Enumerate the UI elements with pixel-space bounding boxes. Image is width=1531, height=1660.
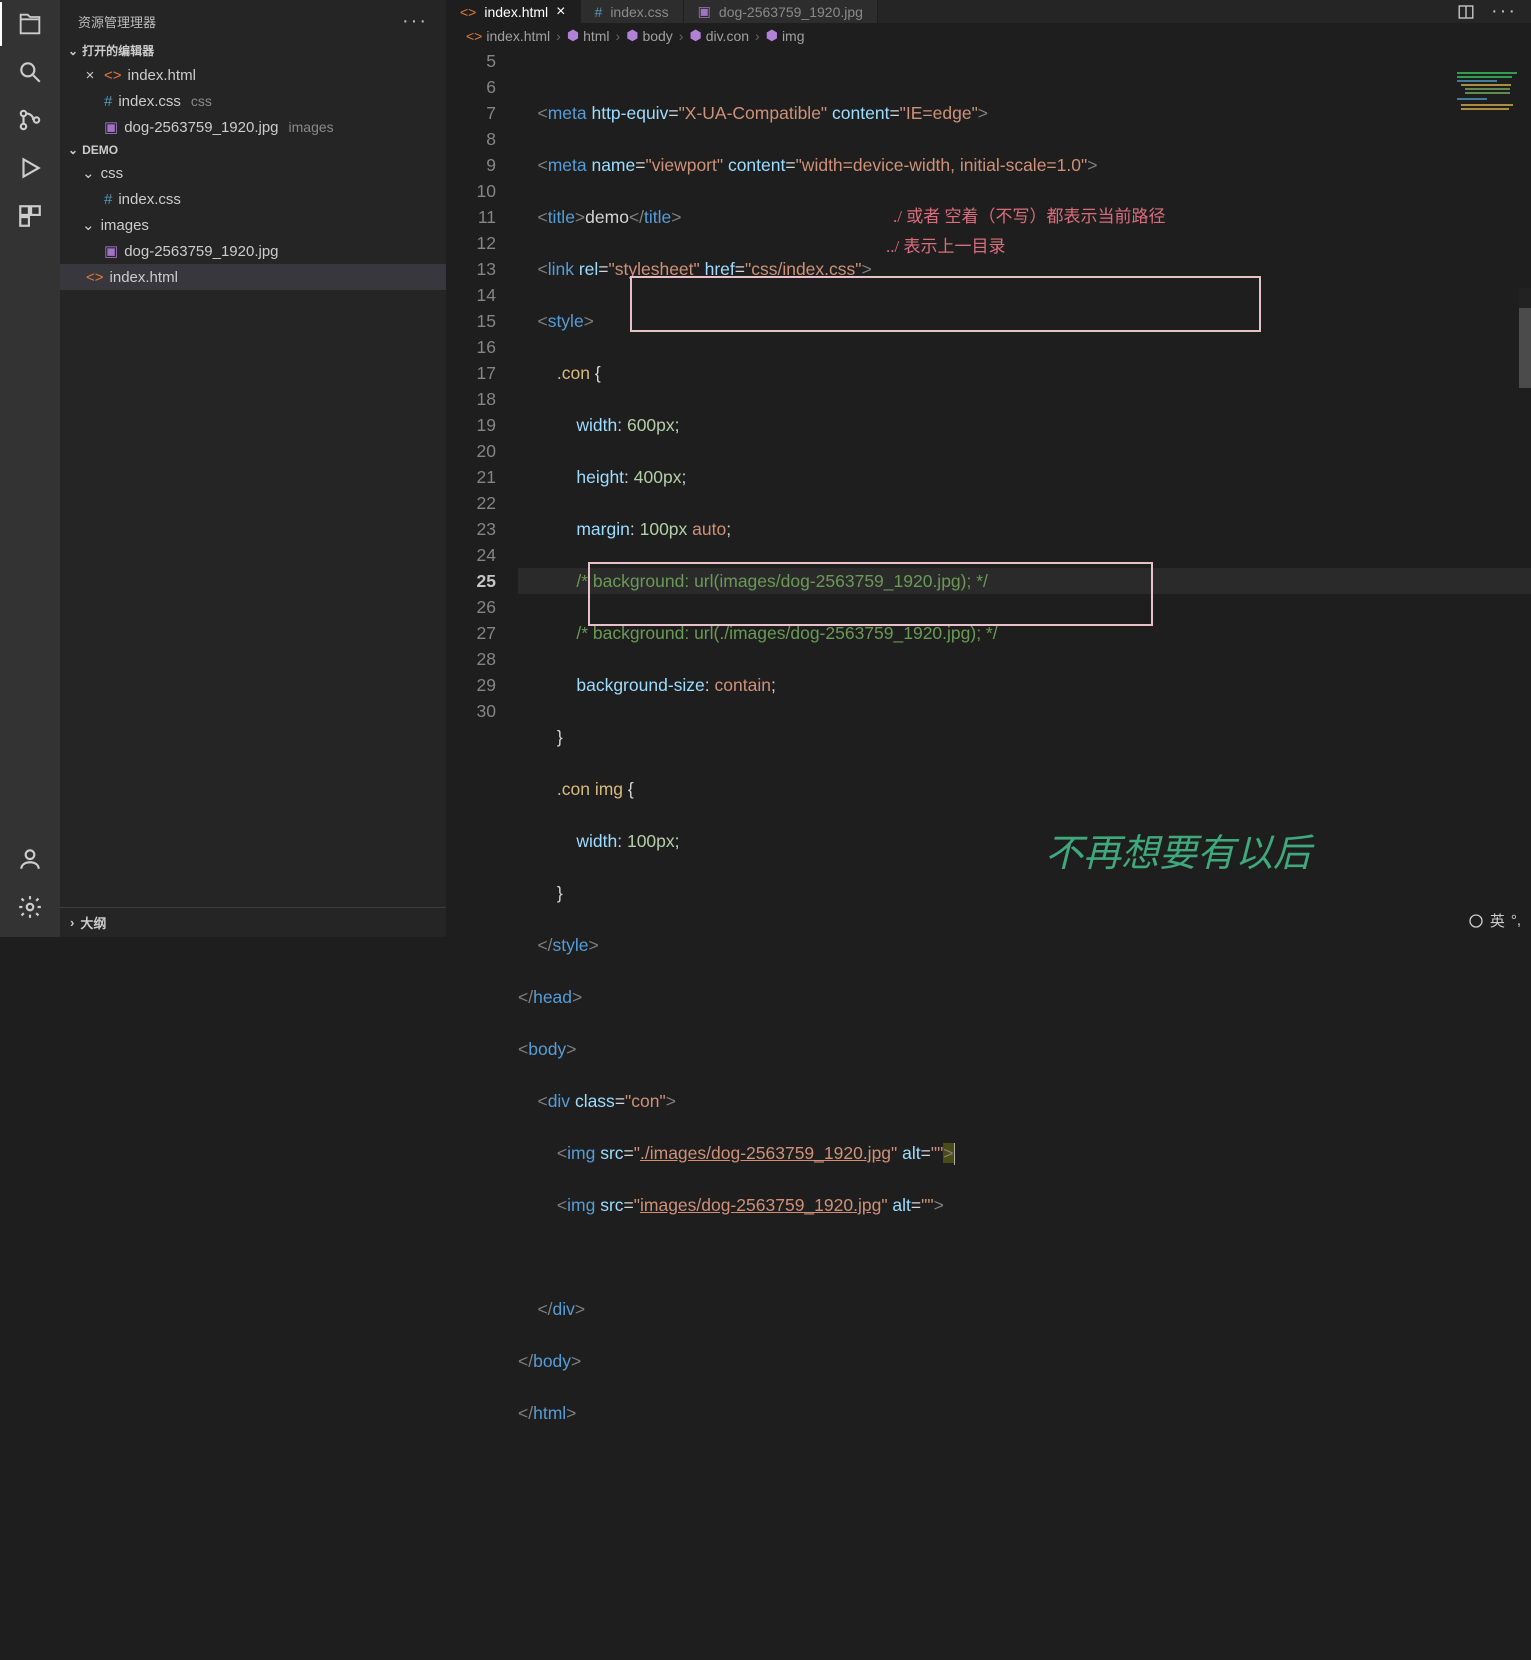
tab-label: index.html: [484, 4, 548, 20]
css-file-icon: #: [104, 191, 112, 208]
code-editor[interactable]: 56789 1011121314 1516171819 2021222324 2…: [446, 48, 1531, 1660]
tab-label: dog-2563759_1920.jpg: [719, 4, 863, 20]
html-file-icon: <>: [460, 4, 476, 20]
folder-label: DEMO: [82, 143, 118, 157]
debug-icon[interactable]: [16, 154, 44, 182]
file-path-dim: images: [289, 119, 334, 135]
open-editor-item[interactable]: ▣ dog-2563759_1920.jpg images: [60, 114, 446, 140]
file-path-dim: css: [191, 93, 212, 109]
html-file-icon: <>: [466, 28, 482, 44]
more-icon[interactable]: ···: [402, 10, 428, 33]
minimap[interactable]: [1451, 68, 1531, 308]
tree-file-active[interactable]: <> index.html: [60, 264, 446, 290]
search-icon[interactable]: [16, 58, 44, 86]
chevron-down-icon: ⌄: [68, 44, 78, 58]
breadcrumb-item[interactable]: html: [583, 28, 609, 44]
tree-file[interactable]: ▣ dog-2563759_1920.jpg: [60, 238, 446, 264]
explorer-icon[interactable]: [16, 10, 44, 38]
element-icon: ⬢: [626, 27, 638, 44]
open-editor-item[interactable]: × <> index.html: [60, 62, 446, 88]
tabs: <> index.html × # index.css ▣ dog-256375…: [446, 0, 1531, 23]
html-file-icon: <>: [86, 269, 104, 286]
tree-folder[interactable]: ⌄ images: [60, 212, 446, 238]
sidebar-title: 资源管理理器 ···: [60, 0, 446, 39]
gear-icon[interactable]: [16, 893, 44, 921]
activity-bar: [0, 0, 60, 937]
source-control-icon[interactable]: [16, 106, 44, 134]
open-editors-header[interactable]: ⌄ 打开的编辑器: [60, 39, 446, 62]
file-label: index.html: [110, 269, 178, 286]
account-icon[interactable]: [16, 845, 44, 873]
outline-label: 大纲: [80, 913, 106, 932]
breadcrumb-item[interactable]: img: [782, 28, 805, 44]
tab-label: index.css: [610, 4, 668, 20]
element-icon: ⬢: [567, 27, 579, 44]
tree-file[interactable]: # index.css: [60, 186, 446, 212]
folder-label: css: [101, 165, 124, 182]
tab-index-css[interactable]: # index.css: [581, 0, 684, 23]
element-icon: ⬢: [766, 27, 778, 44]
breadcrumb-item[interactable]: div.con: [706, 28, 749, 44]
chevron-down-icon: ⌄: [82, 216, 95, 234]
extensions-icon[interactable]: [16, 202, 44, 230]
watermark: 不再想要有以后: [1045, 822, 1311, 877]
chevron-down-icon: ⌄: [68, 143, 78, 157]
close-icon[interactable]: ×: [556, 3, 565, 21]
annotation-path-current: ./ 或者 空着（不写）都表示当前路径: [893, 204, 1165, 230]
image-file-icon: ▣: [104, 118, 118, 136]
file-label: index.html: [128, 67, 196, 84]
open-editor-item[interactable]: # index.css css: [60, 88, 446, 114]
image-file-icon: ▣: [698, 3, 711, 20]
chevron-down-icon: ⌄: [82, 164, 95, 182]
outline-header[interactable]: › 大纲: [60, 907, 446, 937]
html-file-icon: <>: [104, 67, 122, 84]
chevron-right-icon: ›: [70, 915, 74, 930]
editor-area: <> index.html × # index.css ▣ dog-256375…: [446, 0, 1531, 937]
tabs-actions: ···: [1443, 0, 1531, 23]
line-numbers: 56789 1011121314 1516171819 2021222324 2…: [446, 48, 518, 1660]
split-editor-icon[interactable]: [1457, 3, 1475, 21]
breadcrumb-item[interactable]: body: [642, 28, 672, 44]
breadcrumb-item[interactable]: index.html: [486, 28, 550, 44]
ime-extra: °,: [1511, 912, 1521, 929]
breadcrumb[interactable]: <> index.html › ⬢ html › ⬢ body › ⬢ div.…: [446, 23, 1531, 48]
close-icon[interactable]: ×: [82, 67, 98, 84]
file-label: dog-2563759_1920.jpg: [124, 243, 278, 260]
folder-header[interactable]: ⌄ DEMO: [60, 140, 446, 160]
more-icon[interactable]: ···: [1491, 0, 1517, 23]
annotation-path-parent: ../ 表示上一目录: [886, 234, 1005, 260]
ime-label: 英: [1490, 910, 1505, 931]
css-file-icon: #: [104, 93, 112, 110]
tree-folder[interactable]: ⌄ css: [60, 160, 446, 186]
tab-index-html[interactable]: <> index.html ×: [446, 0, 581, 23]
file-label: index.css: [118, 191, 181, 208]
ime-indicator[interactable]: 英 °,: [1462, 908, 1527, 933]
file-label: dog-2563759_1920.jpg: [124, 119, 278, 136]
tab-image[interactable]: ▣ dog-2563759_1920.jpg: [684, 0, 878, 23]
sidebar-title-text: 资源管理理器: [78, 12, 156, 31]
folder-label: images: [101, 217, 149, 234]
element-icon: ⬢: [689, 27, 701, 44]
image-file-icon: ▣: [104, 242, 118, 260]
code-content[interactable]: <meta http-equiv="X-UA-Compatible" conte…: [518, 48, 1531, 1660]
css-file-icon: #: [595, 4, 603, 20]
sidebar: 资源管理理器 ··· ⌄ 打开的编辑器 × <> index.html # in…: [60, 0, 446, 937]
open-editors-label: 打开的编辑器: [82, 42, 154, 59]
file-label: index.css: [118, 93, 181, 110]
